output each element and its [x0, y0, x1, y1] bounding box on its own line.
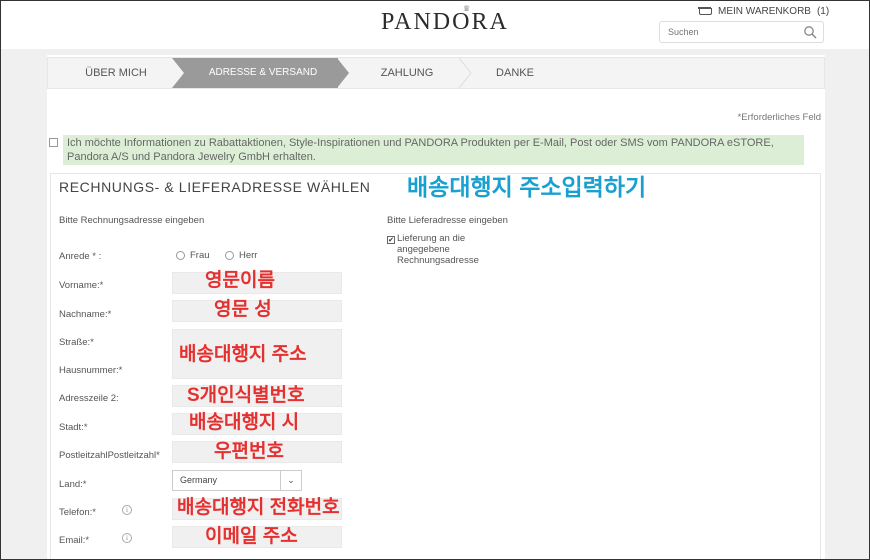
country-label: Land:*	[59, 479, 87, 490]
salutation-radio-herr[interactable]	[225, 251, 234, 260]
cart-link[interactable]: MEIN WARENKORB (1)	[698, 6, 829, 17]
salutation-frau-label: Frau	[190, 250, 210, 261]
search-box	[659, 21, 824, 43]
step-adresse-versand[interactable]: ADRESSE & VERSAND	[188, 58, 338, 88]
annotation-city: 배송대행지 시	[189, 412, 300, 433]
step-ueber-mich[interactable]: ÜBER MICH	[48, 58, 184, 88]
country-value: Germany	[180, 475, 218, 485]
shipping-heading: Bitte Lieferadresse eingeben	[387, 215, 508, 226]
checkout-steps: ÜBER MICH ADRESSE & VERSAND ZAHLUNG DANK…	[47, 57, 825, 89]
step-zahlung[interactable]: ZAHLUNG	[348, 58, 466, 88]
city-label: Stadt:*	[59, 422, 88, 433]
street-label: Straße:*	[59, 337, 94, 348]
annotation-lastname: 영문 성	[214, 299, 272, 320]
pandora-logo[interactable]: PANDORA	[381, 9, 509, 36]
email-label: Email:*	[59, 535, 90, 546]
annotation-phone: 배송대행지 전화번호	[177, 497, 340, 518]
required-field-note: *Erforderliches Feld	[737, 112, 821, 123]
billing-heading: Bitte Rechnungsadresse eingeben	[59, 215, 205, 226]
annotation-firstname: 영문이름	[205, 270, 275, 291]
address2-label: Adresszeile 2:	[59, 393, 119, 404]
firstname-label: Vorname:*	[59, 280, 104, 291]
newsletter-consent-text: Ich möchte Informationen zu Rabattaktion…	[63, 135, 804, 165]
annotation-email: 이메일 주소	[205, 526, 298, 547]
crown-icon: ♕	[463, 4, 471, 13]
country-select[interactable]: Germany ⌄	[172, 470, 302, 491]
cart-count: (1)	[816, 6, 830, 17]
cart-icon	[698, 6, 712, 17]
annotation-street: 배송대행지 주소	[179, 344, 307, 365]
annotation-zip: 우편번호	[214, 441, 284, 462]
address-section: RECHNUNGS- & LIEFERADRESSE WÄHLEN 배송대행지 …	[50, 173, 821, 559]
info-icon[interactable]: i	[122, 505, 132, 515]
search-input[interactable]	[660, 22, 795, 42]
page-frame: PANDORA ♕ MEIN WARENKORB (1) ÜBER MICH A…	[0, 0, 870, 560]
same-address-checkbox[interactable]: ✔	[387, 236, 395, 244]
salutation-herr-label: Herr	[239, 250, 258, 261]
salutation-label: Anrede * :	[59, 251, 102, 262]
newsletter-checkbox[interactable]	[49, 138, 58, 147]
housenumber-label: Hausnummer:*	[59, 365, 123, 376]
checkout-panel: ÜBER MICH ADRESSE & VERSAND ZAHLUNG DANK…	[47, 55, 825, 559]
salutation-radio-frau[interactable]	[176, 251, 185, 260]
site-header: PANDORA ♕ MEIN WARENKORB (1)	[1, 1, 869, 49]
phone-label: Telefon:*	[59, 507, 96, 518]
section-title: RECHNUNGS- & LIEFERADRESSE WÄHLEN	[59, 179, 371, 195]
cart-label: MEIN WARENKORB	[718, 6, 811, 17]
chevron-down-icon[interactable]: ⌄	[280, 471, 301, 490]
search-icon[interactable]	[803, 25, 817, 39]
same-address-label: Lieferung an die angegebene Rechnungsadr…	[397, 233, 479, 266]
info-icon[interactable]: i	[122, 533, 132, 543]
zip-label: PostleitzahlPostleitzahl*	[59, 450, 160, 461]
annotation-address2: S개인식별번호	[187, 385, 305, 406]
lastname-label: Nachname:*	[59, 309, 112, 320]
annotation-title: 배송대행지 주소입력하기	[407, 174, 647, 200]
step-danke[interactable]: DANKE	[472, 58, 558, 88]
